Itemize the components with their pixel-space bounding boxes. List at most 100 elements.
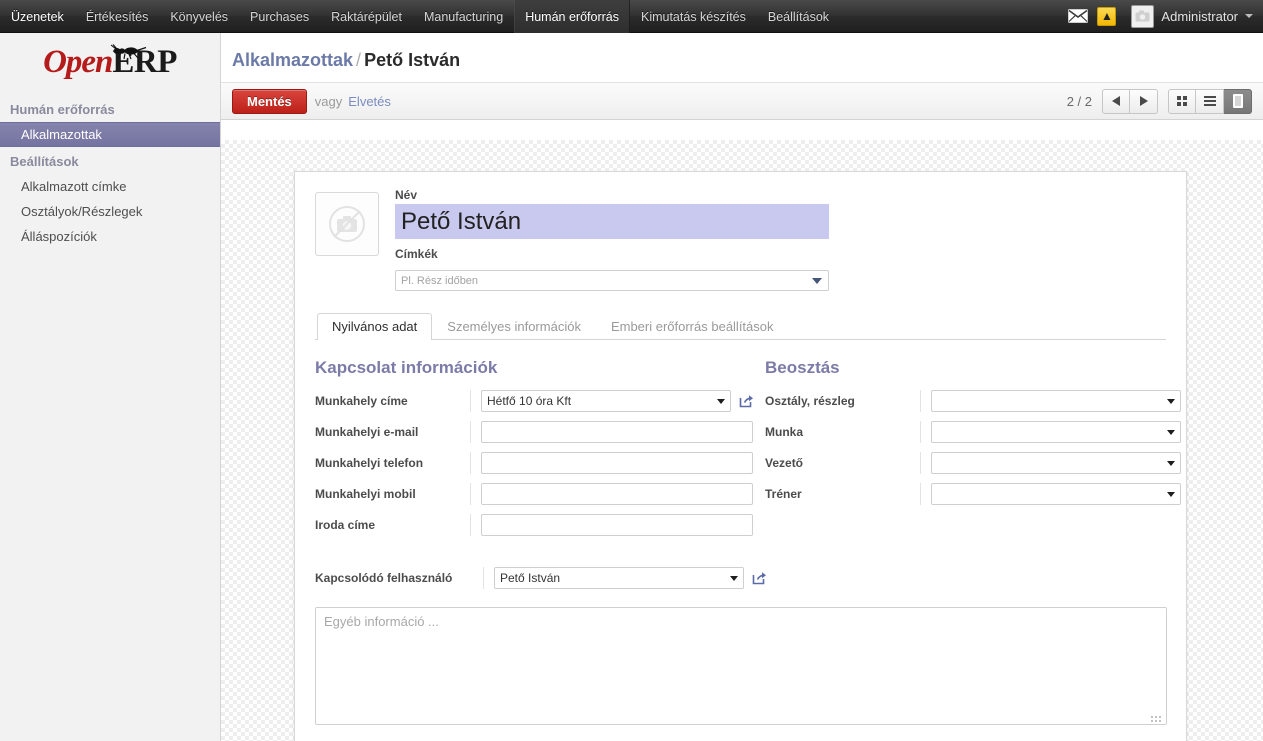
menu-item-uzenetek[interactable]: Üzenetek xyxy=(0,0,75,33)
main-content: Alkalmazottak / Pető István Mentés vagy El… xyxy=(221,33,1263,741)
input-iroda-cime[interactable] xyxy=(481,514,753,536)
sidebar-item-alkalmazott-cimke[interactable]: Alkalmazott címke xyxy=(0,174,220,199)
select-wrap-munkahely-cime: Hétfő 10 óra Kft xyxy=(481,390,731,412)
tags-label: Címkék xyxy=(395,247,438,261)
name-input[interactable] xyxy=(395,204,829,239)
tab-szemelyes-informaciok[interactable]: Személyes információk xyxy=(432,313,596,340)
menu-item-konyveles[interactable]: Könyvelés xyxy=(159,0,239,33)
view-switcher xyxy=(1168,88,1252,114)
header-fields: Név Címkék xyxy=(395,188,895,291)
menu-item-purchases[interactable]: Purchases xyxy=(239,0,320,33)
form-columns: Kapcsolat információk Munkahely címe Hét… xyxy=(315,358,1181,545)
logo-open-text: Open xyxy=(43,43,113,80)
position-column: Beosztás Osztály, részleg Munka Vezető T… xyxy=(765,358,1181,545)
sidebar-item-allaspoziciok[interactable]: Álláspozíciók xyxy=(0,224,220,249)
ant-icon xyxy=(110,43,147,59)
view-list-button[interactable] xyxy=(1196,88,1224,114)
contact-info-column: Kapcsolat információk Munkahely címe Hét… xyxy=(315,358,753,545)
sidebar-section-settings-title: Beállítások xyxy=(10,154,79,169)
page-title: Pető István xyxy=(364,50,461,70)
control-munkahelyi-telefon xyxy=(470,452,753,474)
field-row-munkahelyi-email: Munkahelyi e-mail xyxy=(315,421,753,443)
or-label: vagy xyxy=(314,93,343,109)
tab-emberi-eroforras-beallitasok[interactable]: Emberi erőforrás beállítások xyxy=(596,313,789,340)
openerp-logo[interactable]: OpenERP xyxy=(0,33,220,95)
arrow-left-icon xyxy=(1112,96,1120,106)
arrow-right-icon xyxy=(1139,96,1148,106)
user-menu[interactable]: Administrator xyxy=(1125,4,1253,28)
input-munkahelyi-mobil[interactable] xyxy=(481,483,753,505)
select-munkahely-cime[interactable]: Hétfő 10 óra Kft xyxy=(481,390,731,412)
breadcrumb-parent[interactable]: Alkalmazottak xyxy=(232,50,353,70)
notes-textarea[interactable] xyxy=(315,607,1167,725)
menu-item-kimutatas-keszites[interactable]: Kimutatás készítés xyxy=(630,0,757,33)
contact-info-title: Kapcsolat információk xyxy=(315,358,498,377)
label-munkahelyi-email: Munkahelyi e-mail xyxy=(315,425,419,439)
external-link-icon[interactable] xyxy=(752,571,767,585)
main-menu: Üzenetek Értékesítés Könyvelés Purchases… xyxy=(0,0,840,33)
envelope-icon[interactable] xyxy=(1068,9,1089,23)
select-munka[interactable] xyxy=(931,421,1181,443)
field-row-munkahely-cime: Munkahely címe Hétfő 10 óra Kft xyxy=(315,390,753,412)
label-vezeto: Vezető xyxy=(765,456,804,470)
select-wrap-munka xyxy=(931,421,1181,443)
employee-form-sheet: Név Címkék Nyilvános adat Személyes info… xyxy=(294,171,1187,741)
control-munkahely-cime: Hétfő 10 óra Kft xyxy=(470,390,754,412)
input-munkahelyi-email[interactable] xyxy=(481,421,753,443)
menu-item-beallitasok[interactable]: Beállítások xyxy=(757,0,840,33)
chevron-down-icon[interactable] xyxy=(812,278,822,284)
notes-wrapper xyxy=(315,589,1167,728)
select-osztaly-reszleg[interactable] xyxy=(931,390,1181,412)
label-munkahelyi-telefon: Munkahelyi telefon xyxy=(315,456,424,470)
label-osztaly-reszleg: Osztály, részleg xyxy=(765,394,855,408)
content-background: Név Címkék Nyilvános adat Személyes info… xyxy=(221,140,1263,741)
warning-icon[interactable]: ▲ xyxy=(1097,6,1117,26)
control-iroda-cime xyxy=(470,514,753,536)
pager-buttons xyxy=(1102,88,1158,114)
select-wrap-kapcsolodo-felhasznalo: Pető István xyxy=(494,567,744,589)
logo-text: OpenERP xyxy=(43,43,177,80)
label-munka: Munka xyxy=(765,425,804,439)
field-row-osztaly-reszleg: Osztály, részleg xyxy=(765,390,1181,412)
view-form-button[interactable] xyxy=(1224,88,1252,114)
top-right-tools: ▲ Administrator xyxy=(1068,0,1263,32)
breadcrumb: Alkalmazottak / Pető István xyxy=(221,33,1263,71)
toolbar-right-group: 2 / 2 xyxy=(1066,88,1252,114)
view-kanban-button[interactable] xyxy=(1168,88,1196,114)
save-button[interactable]: Mentés xyxy=(232,88,307,114)
avatar xyxy=(1131,4,1155,28)
menu-item-manufacturing[interactable]: Manufacturing xyxy=(413,0,514,33)
employee-photo[interactable] xyxy=(315,192,379,256)
grid-icon xyxy=(1177,96,1187,106)
select-wrap-trener xyxy=(931,483,1181,505)
discard-button[interactable]: Elvetés xyxy=(348,94,391,109)
menu-item-raktarepulet[interactable]: Raktárépület xyxy=(320,0,413,33)
field-row-iroda-cime: Iroda címe xyxy=(315,514,753,536)
control-kapcsolodo-felhasznalo: Pető István xyxy=(483,567,767,589)
select-kapcsolodo-felhasznalo[interactable]: Pető István xyxy=(494,567,744,589)
sidebar-item-osztalyok-reszlegek[interactable]: Osztályok/Részlegek xyxy=(0,199,220,224)
label-munkahely-cime: Munkahely címe xyxy=(315,394,408,408)
sidebar-item-alkalmazottak[interactable]: Alkalmazottak xyxy=(0,122,220,147)
menu-item-human-eroforras[interactable]: Humán erőforrás xyxy=(514,0,630,33)
user-name: Administrator xyxy=(1161,8,1238,24)
pager-previous-button[interactable] xyxy=(1102,88,1130,114)
pager-next-button[interactable] xyxy=(1130,88,1158,114)
breadcrumb-separator: / xyxy=(356,50,362,70)
chevron-down-icon[interactable] xyxy=(1245,14,1253,18)
menu-item-ertekesites[interactable]: Értékesítés xyxy=(75,0,160,33)
form-tabs: Nyilvános adat Személyes információk Emb… xyxy=(315,313,1166,340)
select-trener[interactable] xyxy=(931,483,1181,505)
select-vezeto[interactable] xyxy=(931,452,1181,474)
pager-count: 2 / 2 xyxy=(1066,93,1092,109)
external-link-icon[interactable] xyxy=(739,394,754,408)
tags-input[interactable] xyxy=(395,270,829,291)
field-row-munkahelyi-mobil: Munkahelyi mobil xyxy=(315,483,753,505)
sidebar-section-hr-title: Humán erőforrás xyxy=(10,102,115,117)
label-kapcsolodo-felhasznalo: Kapcsolódó felhasználó xyxy=(315,571,453,585)
position-title: Beosztás xyxy=(765,358,840,377)
input-munkahelyi-telefon[interactable] xyxy=(481,452,753,474)
list-icon xyxy=(1203,96,1216,106)
tab-nyilvanos-adat[interactable]: Nyilvános adat xyxy=(317,313,433,340)
control-munkahelyi-mobil xyxy=(470,483,753,505)
